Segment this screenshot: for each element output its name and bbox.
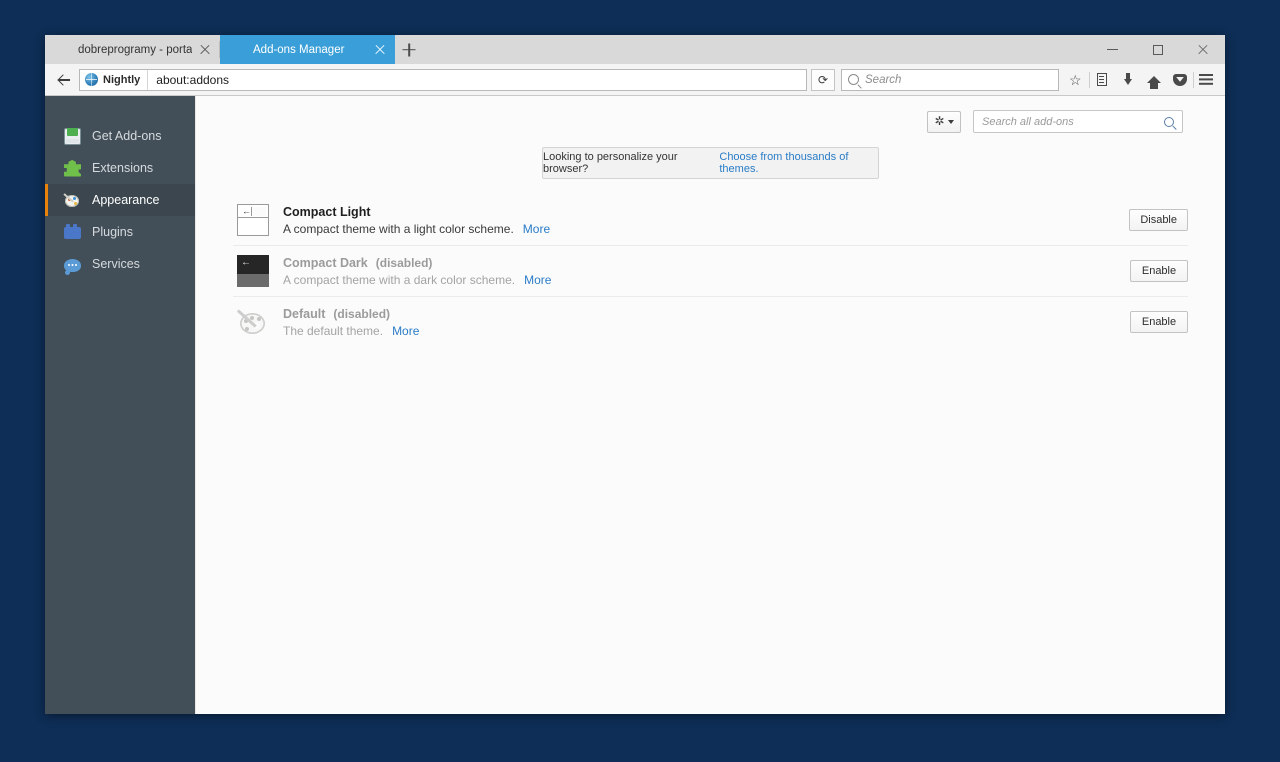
theme-description: A compact theme with a dark color scheme…: [283, 273, 515, 287]
download-icon: [1122, 73, 1134, 86]
reload-icon: ⟳: [818, 73, 828, 87]
theme-row[interactable]: ← Compact Dark (disabled) A compact them…: [233, 246, 1188, 297]
addons-search-placeholder: Search all add-ons: [982, 116, 1164, 128]
url-text: about:addons: [148, 73, 229, 87]
compact-light-theme-icon: ←: [237, 204, 269, 236]
maximize-button[interactable]: [1135, 35, 1180, 64]
home-button[interactable]: [1141, 68, 1167, 92]
notice-text: Looking to personalize your browser?: [543, 151, 712, 175]
identity-box[interactable]: Nightly: [80, 70, 148, 90]
browser-window: dobreprogramy - portal nie Add-ons Manag…: [45, 35, 1225, 714]
new-tab-button[interactable]: [395, 35, 423, 64]
more-link[interactable]: More: [524, 273, 551, 287]
minimize-button[interactable]: [1090, 35, 1135, 64]
navigation-toolbar: Nightly about:addons ⟳ Search ☆: [45, 64, 1225, 96]
personalize-notice: Looking to personalize your browser? Cho…: [542, 147, 879, 179]
more-link[interactable]: More: [523, 222, 550, 236]
theme-description: The default theme.: [283, 324, 383, 338]
gear-icon: ✲: [934, 116, 945, 127]
window-controls: [1090, 35, 1225, 64]
theme-info: Compact Light A compact theme with a lig…: [283, 205, 1115, 236]
addons-search-input[interactable]: Search all add-ons: [973, 110, 1183, 133]
sidebar-item-extensions[interactable]: Extensions: [45, 152, 195, 184]
sidebar-item-label: Services: [92, 257, 140, 271]
sidebar-item-get-addons[interactable]: Get Add-ons: [45, 120, 195, 152]
pocket-icon: [1173, 74, 1187, 86]
content-toolbar: ✲ Search all add-ons: [196, 96, 1225, 133]
library-icon: [1097, 73, 1107, 86]
theme-list: ← Compact Light A compact theme with a l…: [233, 195, 1188, 347]
addons-favicon: [230, 42, 246, 58]
bookmark-star-button[interactable]: ☆: [1063, 68, 1089, 92]
appearance-icon: [64, 192, 81, 209]
tab-dobreprogramy[interactable]: dobreprogramy - portal nie: [45, 35, 220, 64]
search-placeholder: Search: [865, 74, 901, 86]
dobreprogramy-favicon: [55, 42, 71, 58]
star-icon: ☆: [1069, 73, 1083, 87]
compact-dark-theme-icon: ←: [237, 255, 269, 287]
tab-strip: dobreprogramy - portal nie Add-ons Manag…: [45, 35, 1225, 64]
theme-name: Compact Light: [283, 205, 371, 219]
search-icon: [848, 74, 859, 85]
library-button[interactable]: [1089, 68, 1115, 92]
theme-description: A compact theme with a light color schem…: [283, 222, 514, 236]
enable-button[interactable]: Enable: [1130, 311, 1188, 333]
sidebar-item-label: Extensions: [92, 161, 153, 175]
pocket-button[interactable]: [1167, 68, 1193, 92]
menu-icon: [1199, 74, 1213, 85]
tab-title: dobreprogramy - portal nie: [78, 44, 192, 56]
reload-button[interactable]: ⟳: [811, 69, 835, 91]
theme-row[interactable]: ← Compact Light A compact theme with a l…: [233, 195, 1188, 246]
home-icon: [1147, 76, 1161, 83]
close-icon[interactable]: [196, 41, 214, 59]
more-link[interactable]: More: [392, 324, 419, 338]
back-button[interactable]: [51, 68, 77, 92]
url-bar[interactable]: Nightly about:addons: [79, 69, 807, 91]
extensions-icon: [64, 160, 81, 177]
theme-row[interactable]: Default (disabled) The default theme. Mo…: [233, 297, 1188, 347]
plugins-icon: [64, 227, 81, 239]
back-arrow-icon: [58, 73, 71, 86]
services-icon: [64, 259, 81, 272]
sidebar-item-label: Appearance: [92, 193, 159, 207]
addons-sidebar: Get Add-ons Extensions Appearance Plugin…: [45, 96, 195, 714]
sidebar-item-appearance[interactable]: Appearance: [45, 184, 195, 216]
theme-name: Compact Dark: [283, 256, 368, 270]
get-addons-icon: [64, 128, 81, 145]
enable-button[interactable]: Enable: [1130, 260, 1188, 282]
addons-content: ✲ Search all add-ons Looking to personal…: [195, 96, 1225, 714]
chevron-down-icon: [948, 120, 954, 124]
toolbar-icons: ☆: [1063, 68, 1219, 92]
sidebar-item-services[interactable]: Services: [45, 248, 195, 280]
theme-info: Default (disabled) The default theme. Mo…: [283, 307, 1116, 338]
disable-button[interactable]: Disable: [1129, 209, 1188, 231]
choose-themes-link[interactable]: Choose from thousands of themes.: [719, 151, 878, 175]
theme-state: (disabled): [376, 256, 433, 270]
identity-label: Nightly: [103, 74, 140, 86]
downloads-button[interactable]: [1115, 68, 1141, 92]
globe-icon: [85, 73, 98, 86]
theme-name: Default: [283, 307, 325, 321]
sidebar-item-plugins[interactable]: Plugins: [45, 216, 195, 248]
default-theme-icon: [237, 306, 269, 338]
browser-search-bar[interactable]: Search: [841, 69, 1059, 91]
close-window-button[interactable]: [1180, 35, 1225, 64]
tab-addons-manager[interactable]: Add-ons Manager: [220, 35, 395, 64]
tab-title: Add-ons Manager: [253, 44, 367, 56]
sidebar-item-label: Get Add-ons: [92, 129, 162, 143]
tools-menu-button[interactable]: ✲: [927, 111, 961, 133]
search-icon: [1164, 117, 1174, 127]
close-icon[interactable]: [371, 41, 389, 59]
theme-state: (disabled): [333, 307, 390, 321]
sidebar-item-label: Plugins: [92, 225, 133, 239]
app-menu-button[interactable]: [1193, 68, 1219, 92]
page-body: Get Add-ons Extensions Appearance Plugin…: [45, 96, 1225, 714]
theme-info: Compact Dark (disabled) A compact theme …: [283, 256, 1116, 287]
